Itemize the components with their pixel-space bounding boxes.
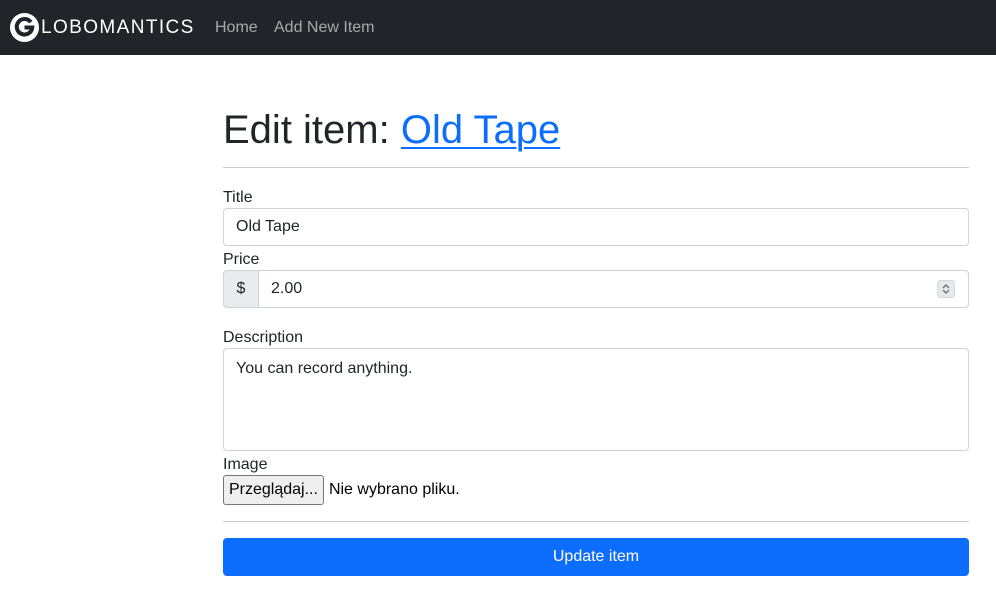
item-title-link[interactable]: Old Tape [401, 108, 560, 152]
image-label: Image [223, 456, 268, 473]
file-status: Nie wybrano pliku. [328, 481, 460, 498]
price-input[interactable]: 2.00 [258, 270, 969, 308]
price-input-group: $ 2.00 [223, 270, 969, 308]
image-file-input: Przeglądaj... Nie wybrano pliku. [223, 475, 460, 505]
update-item-button[interactable]: Update item [223, 538, 969, 576]
navbar: LOBOMANTICS Home Add New Item [0, 0, 996, 55]
divider [223, 167, 969, 168]
price-value: 2.00 [271, 280, 303, 297]
globomantics-g-logo-icon [9, 12, 40, 42]
nav-link-home[interactable]: Home [215, 18, 258, 38]
page-title-prefix: Edit item: [223, 108, 401, 152]
browse-file-button[interactable]: Przeglądaj... [223, 475, 324, 505]
nav-link-add-new-item[interactable]: Add New Item [274, 18, 374, 38]
title-input[interactable] [223, 208, 969, 246]
number-spinner-icon[interactable] [937, 280, 955, 298]
brand[interactable]: LOBOMANTICS [9, 11, 195, 43]
currency-addon: $ [223, 270, 258, 308]
divider [223, 521, 969, 522]
description-label: Description [223, 329, 304, 346]
description-textarea[interactable]: You can record anything. [223, 348, 969, 451]
price-label: Price [223, 251, 260, 268]
brand-text: LOBOMANTICS [41, 16, 195, 38]
title-label: Title [223, 189, 253, 206]
page-title: Edit item: Old Tape [223, 106, 560, 154]
